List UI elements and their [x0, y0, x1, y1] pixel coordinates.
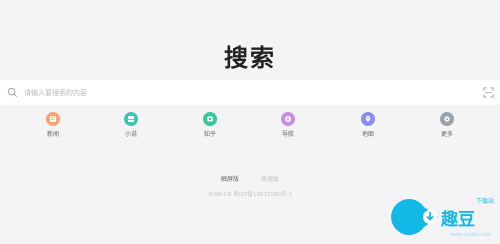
quick-link-label: 导航 [281, 131, 294, 138]
scan-icon[interactable] [483, 87, 494, 98]
watermark-logo: 趣豆 下载站 www.qudou.com [391, 197, 494, 238]
footer-links: 触屏版 极速版 [0, 174, 500, 183]
quick-link-label: 地图 [361, 131, 374, 138]
svg-text:下载站: 下载站 [476, 197, 494, 205]
compass-icon [281, 112, 295, 126]
map-pin-icon [361, 112, 375, 126]
page-title: 搜索 [224, 44, 276, 72]
touch-version-link[interactable]: 触屏版 [221, 174, 239, 183]
book-icon [124, 112, 138, 126]
zhihu-icon [203, 112, 217, 126]
quick-link-news[interactable]: 新闻 [33, 112, 73, 138]
quick-link-map[interactable]: 地图 [348, 112, 388, 138]
quick-link-navigation[interactable]: 导航 [268, 112, 308, 138]
svg-text:趣豆: 趣豆 [440, 209, 475, 230]
search-icon [7, 87, 17, 97]
search-bar[interactable] [0, 80, 500, 105]
quick-link-zhihu[interactable]: 知乎 [190, 112, 230, 138]
quick-link-novel[interactable]: 小说 [111, 112, 151, 138]
quick-link-label: 知乎 [203, 131, 216, 138]
quick-link-more[interactable]: 更多 [427, 112, 467, 138]
quick-links: 新闻 小说 知乎 导航 地图 更多 [0, 112, 500, 142]
svg-text:www.qudou.com: www.qudou.com [450, 232, 492, 238]
quick-link-label: 小说 [124, 131, 137, 138]
search-input[interactable] [24, 84, 464, 101]
quick-link-label: 新闻 [46, 131, 59, 138]
lite-version-link[interactable]: 极速版 [261, 174, 279, 183]
quick-link-label: 更多 [440, 131, 453, 138]
more-icon [440, 112, 454, 126]
news-icon [46, 112, 60, 126]
